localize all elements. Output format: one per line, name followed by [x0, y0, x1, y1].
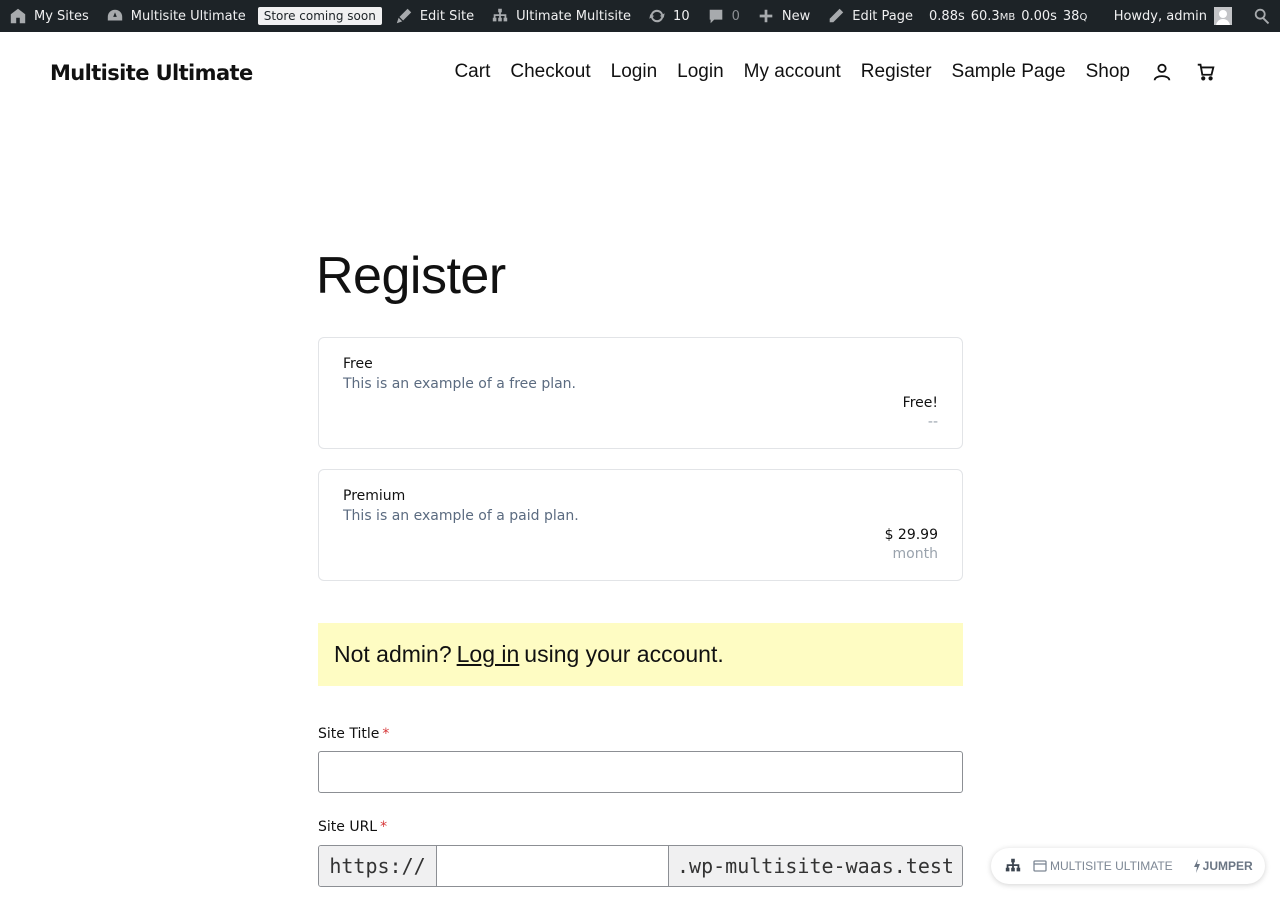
network-label: Ultimate Multisite — [516, 8, 632, 24]
store-status-badge[interactable]: Store coming soon — [257, 7, 382, 25]
my-sites-icon — [8, 6, 28, 26]
nav-item-register[interactable]: Register — [861, 61, 932, 83]
my-sites-menu[interactable]: My Sites — [0, 0, 97, 32]
nav-item-my-account[interactable]: My account — [744, 61, 841, 83]
plan-description: This is an example of a paid plan. — [343, 508, 579, 524]
plan-price: $ 29.99 — [884, 527, 938, 543]
pencil-icon — [826, 6, 846, 26]
updates-link[interactable]: 10 — [639, 0, 698, 32]
comment-icon — [706, 6, 726, 26]
edit-site-link[interactable]: Edit Site — [386, 0, 482, 32]
perf-time: 0.88s — [929, 8, 965, 24]
page-title: Register — [316, 247, 506, 305]
nav-item-login-2[interactable]: Login — [677, 61, 724, 83]
my-sites-label: My Sites — [34, 8, 89, 24]
network-menu[interactable]: Ultimate Multisite — [482, 0, 639, 32]
perf-memory: 60.3MB — [970, 8, 1016, 24]
plan-name: Free — [343, 356, 373, 372]
plan-price: Free! — [902, 395, 938, 411]
plan-period: -- — [927, 414, 938, 430]
site-header: Multisite Ultimate Cart Checkout Login L… — [0, 32, 1280, 118]
new-content-menu[interactable]: New — [748, 0, 818, 32]
account-icon[interactable] — [1150, 60, 1174, 84]
refresh-icon — [647, 6, 667, 26]
site-name-menu[interactable]: Multisite Ultimate — [97, 0, 254, 32]
nav-item-login[interactable]: Login — [611, 61, 658, 83]
url-prefix: https:// — [319, 846, 437, 886]
plan-name: Premium — [343, 488, 406, 504]
site-url-field: https:// .wp-multisite-waas.test — [318, 845, 963, 887]
plan-period: month — [892, 546, 938, 562]
greeting-label: Howdy, admin — [1113, 8, 1207, 24]
jumper-widget: MULTISITE ULTIMATE JUMPER — [991, 848, 1265, 884]
admin-bar-right: Howdy, admin — [1106, 0, 1280, 32]
dashboard-icon — [105, 6, 125, 26]
notice-prefix: Not admin? — [334, 641, 452, 667]
avatar — [1214, 7, 1232, 25]
sitemap-icon[interactable] — [1003, 856, 1023, 876]
notice-suffix: using your account. — [524, 641, 724, 667]
edit-page-label: Edit Page — [852, 8, 914, 24]
perf-queries: 38Q — [1062, 8, 1088, 24]
admin-bar: My Sites Multisite Ultimate Store coming… — [0, 0, 1280, 32]
nav-item-checkout[interactable]: Checkout — [510, 61, 590, 83]
nav-item-cart[interactable]: Cart — [454, 61, 490, 83]
bolt-icon — [1193, 859, 1200, 873]
nav-item-sample-page[interactable]: Sample Page — [952, 61, 1066, 83]
nav-item-shop[interactable]: Shop — [1086, 61, 1130, 83]
jumper-label: JUMPER — [1202, 859, 1253, 873]
admin-search[interactable] — [1238, 0, 1280, 32]
required-mark: * — [380, 819, 388, 835]
login-notice: Not admin? Log in using your account. — [318, 623, 963, 686]
plan-description: This is an example of a free plan. — [343, 376, 577, 392]
plan-card-free[interactable]: Free This is an example of a free plan. … — [318, 337, 963, 449]
perf-query-time: 0.00s — [1021, 8, 1057, 24]
main-content: Register Free This is an example of a fr… — [316, 247, 963, 887]
window-icon — [1033, 860, 1047, 872]
site-title[interactable]: Multisite Ultimate — [50, 61, 253, 85]
edit-page-link[interactable]: Edit Page — [818, 0, 921, 32]
site-title-label: Site Title * — [318, 726, 390, 742]
plan-card-premium[interactable]: Premium This is an example of a paid pla… — [318, 469, 963, 581]
jumper-site-link[interactable]: MULTISITE ULTIMATE — [1033, 859, 1173, 873]
site-title-input[interactable] — [318, 751, 963, 793]
brush-icon — [394, 6, 414, 26]
site-name-label: Multisite Ultimate — [130, 8, 246, 24]
account-menu[interactable]: Howdy, admin — [1106, 0, 1238, 32]
updates-count: 10 — [673, 8, 690, 24]
comments-count: 0 — [731, 8, 740, 24]
cart-icon[interactable] — [1194, 60, 1218, 84]
login-link[interactable]: Log in — [457, 641, 520, 668]
jumper-button[interactable]: JUMPER — [1193, 859, 1253, 873]
comments-link[interactable]: 0 — [698, 0, 748, 32]
primary-nav: Cart Checkout Login Login My account Reg… — [434, 60, 1218, 84]
jumper-site-label: MULTISITE ULTIMATE — [1050, 859, 1173, 873]
url-suffix: .wp-multisite-waas.test — [668, 846, 962, 886]
new-label: New — [781, 8, 811, 24]
plus-icon — [756, 6, 776, 26]
required-mark: * — [382, 726, 390, 742]
search-icon — [1252, 6, 1272, 26]
query-monitor-stats[interactable]: 0.88s 60.3MB 0.00s 38Q — [921, 9, 1095, 24]
sitemap-icon — [490, 6, 510, 26]
site-url-input[interactable] — [437, 846, 668, 886]
site-url-label: Site URL * — [318, 819, 388, 835]
edit-site-label: Edit Site — [419, 8, 475, 24]
